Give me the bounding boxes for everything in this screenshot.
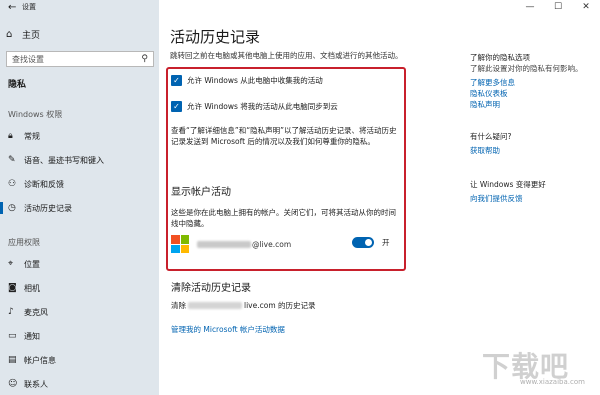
sidebar-item-label: 位置 bbox=[24, 259, 40, 269]
sidebar-item-contacts[interactable]: ☺ 联系人 bbox=[0, 375, 159, 393]
speech-icon: ✎ bbox=[8, 155, 16, 165]
sidebar-item-camera[interactable]: ◙ 相机 bbox=[0, 279, 159, 297]
toggle-state-label: 开 bbox=[382, 238, 390, 247]
manage-activity-link[interactable]: 管理我的 Microsoft 帐户活动数据 bbox=[171, 324, 285, 335]
privacy-description: 查看“了解详细信息”和“隐私声明”以了解活动历史记录、将活动历史记录发送到 Mi… bbox=[171, 126, 397, 146]
learn-more-link[interactable]: 了解更多信息 bbox=[470, 77, 515, 88]
privacy-options-heading: 了解你的隐私选项 bbox=[470, 53, 530, 62]
sidebar-item-label: 麦克风 bbox=[24, 307, 48, 317]
checkbox-label: 允许 Windows 将我的活动从此电脑同步到云 bbox=[187, 102, 338, 111]
sidebar-item-label: 常规 bbox=[24, 131, 40, 141]
category-title: 隐私 bbox=[8, 80, 27, 90]
sidebar-item-diagnostics[interactable]: ⚇ 诊断和反馈 bbox=[0, 175, 159, 193]
privacy-dashboard-link[interactable]: 隐私仪表板 bbox=[470, 88, 508, 99]
checkbox-checked-icon[interactable]: ✓ bbox=[171, 75, 182, 86]
checkbox-checked-icon[interactable]: ✓ bbox=[171, 101, 182, 112]
redacted-email bbox=[188, 302, 242, 309]
sidebar-item-notifications[interactable]: ▭ 通知 bbox=[0, 327, 159, 345]
minimize-button[interactable]: — bbox=[516, 0, 544, 14]
maximize-button[interactable]: ☐ bbox=[544, 0, 572, 14]
title-bar: ← 设置 bbox=[0, 0, 159, 14]
sidebar: ← 设置 ⌂ 主页 ⚲ 隐私 Windows 权限 🔒︎ 常规 ✎ 语音、墨迹书… bbox=[0, 0, 159, 395]
clear-history-text: 清除 live.com 的历史记录 bbox=[171, 300, 316, 311]
privacy-statement-link[interactable]: 隐私声明 bbox=[470, 99, 500, 110]
account-activity-toggle[interactable] bbox=[352, 237, 374, 248]
selected-indicator bbox=[0, 202, 3, 214]
improve-windows-heading: 让 Windows 变得更好 bbox=[470, 180, 546, 189]
search-box[interactable]: ⚲ bbox=[6, 51, 154, 67]
feedback-link[interactable]: 向我们提供反馈 bbox=[470, 193, 523, 204]
page-title: 活动历史记录 bbox=[170, 28, 261, 46]
show-accounts-description: 这些是你在此电脑上拥有的帐户。关闭它们，可将其活动从你的时间线中隐藏。 bbox=[171, 208, 396, 228]
redacted-email bbox=[197, 240, 251, 248]
checkbox-label: 允许 Windows 从此电脑中收集我的活动 bbox=[187, 76, 323, 85]
contacts-icon: ☺ bbox=[8, 379, 18, 389]
search-icon[interactable]: ⚲ bbox=[141, 54, 148, 64]
close-button[interactable]: ✕ bbox=[572, 0, 600, 14]
home-label: 主页 bbox=[22, 30, 41, 41]
account-row: @live.com 开 bbox=[171, 234, 393, 254]
sidebar-item-general[interactable]: 🔒︎ 常规 bbox=[0, 127, 159, 145]
location-icon: ⌖ bbox=[8, 259, 14, 269]
microphone-icon: ♪ bbox=[8, 307, 14, 317]
sync-activity-checkbox-row[interactable]: ✓ 允许 Windows 将我的活动从此电脑同步到云 bbox=[171, 100, 338, 113]
notification-icon: ▭ bbox=[8, 331, 17, 341]
sidebar-item-label: 活动历史记录 bbox=[24, 203, 72, 213]
watermark-url: www.xiazaiba.com bbox=[520, 378, 585, 386]
home-nav-item[interactable]: ⌂ 主页 bbox=[6, 27, 40, 41]
lock-icon: 🔒︎ bbox=[8, 131, 13, 141]
sidebar-item-location[interactable]: ⌖ 位置 bbox=[0, 255, 159, 273]
windows-permissions-label: Windows 权限 bbox=[8, 110, 63, 119]
sidebar-item-microphone[interactable]: ♪ 麦克风 bbox=[0, 303, 159, 321]
sidebar-item-label: 通知 bbox=[24, 331, 40, 341]
sidebar-item-label: 语音、墨迹书写和键入 bbox=[24, 155, 104, 165]
window-title: 设置 bbox=[22, 3, 36, 11]
account-info-icon: ▤ bbox=[8, 355, 17, 365]
search-input[interactable] bbox=[12, 54, 122, 64]
camera-icon: ◙ bbox=[8, 283, 17, 293]
clear-prefix: 清除 bbox=[171, 301, 186, 310]
home-icon: ⌂ bbox=[6, 28, 13, 40]
sidebar-item-label: 诊断和反馈 bbox=[24, 179, 64, 189]
window-controls: — ☐ ✕ bbox=[516, 0, 600, 14]
sidebar-item-label: 相机 bbox=[24, 283, 40, 293]
sidebar-item-label: 帐户信息 bbox=[24, 355, 56, 365]
app-permissions-label: 应用权限 bbox=[8, 238, 40, 247]
sidebar-item-activity-history[interactable]: ◷ 活动历史记录 bbox=[0, 199, 159, 217]
question-heading: 有什么疑问? bbox=[470, 132, 512, 141]
account-email: @live.com bbox=[252, 239, 292, 249]
intro-text: 跳转回之前在电脑或其他电脑上使用的应用、文档或进行的其他活动。 bbox=[170, 51, 403, 60]
microsoft-logo-icon bbox=[171, 235, 189, 253]
back-arrow-icon[interactable]: ← bbox=[8, 2, 22, 13]
diagnostics-icon: ⚇ bbox=[8, 179, 17, 189]
clear-history-heading: 清除活动历史记录 bbox=[171, 283, 251, 294]
clear-suffix: live.com 的历史记录 bbox=[244, 301, 316, 310]
collect-activity-checkbox-row[interactable]: ✓ 允许 Windows 从此电脑中收集我的活动 bbox=[171, 74, 323, 87]
privacy-options-text: 了解此设置对你的隐私有何影响。 bbox=[470, 64, 583, 73]
get-help-link[interactable]: 获取帮助 bbox=[470, 145, 500, 156]
sidebar-item-label: 联系人 bbox=[24, 379, 48, 389]
sidebar-item-account-info[interactable]: ▤ 帐户信息 bbox=[0, 351, 159, 369]
show-accounts-heading: 显示帐户活动 bbox=[171, 187, 231, 198]
sidebar-item-speech[interactable]: ✎ 语音、墨迹书写和键入 bbox=[0, 151, 159, 169]
history-icon: ◷ bbox=[8, 203, 16, 213]
